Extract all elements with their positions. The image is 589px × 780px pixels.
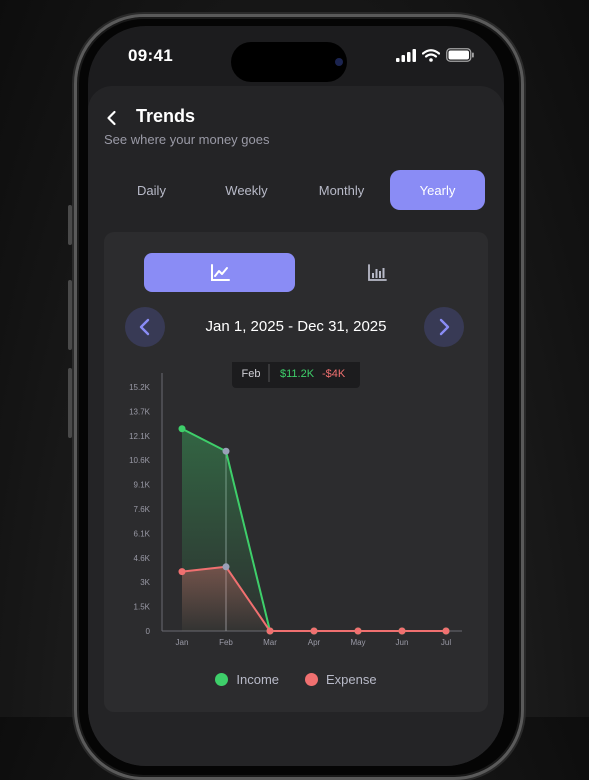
expense-data-point: [222, 563, 230, 571]
volume-up-button: [68, 280, 72, 350]
dynamic-island: [231, 42, 347, 82]
x-tick-label: Jul: [441, 638, 451, 647]
legend-item-expense: Expense: [305, 672, 377, 687]
y-tick-label: 7.6K: [134, 505, 151, 514]
wifi-icon: [422, 48, 440, 62]
y-tick-label: 6.1K: [134, 529, 151, 538]
income-data-point: [178, 425, 186, 433]
y-tick-label: 10.6K: [129, 456, 151, 465]
legend-label-expense: Expense: [326, 672, 377, 687]
income-data-point: [222, 447, 230, 455]
bar-chart-icon: [368, 263, 387, 281]
period-tabs: Daily Weekly Monthly Yearly: [104, 170, 488, 210]
y-tick-label: 9.1K: [134, 481, 151, 490]
trends-line-chart[interactable]: 0 1.5K 3K 4.6K 6.1K 7.6K 9.1K 10.6K 12.1K 13.7K 15…: [104, 362, 488, 662]
y-tick-label: 13.7K: [129, 407, 151, 416]
x-tick-label: Jun: [396, 638, 409, 647]
tab-yearly[interactable]: Yearly: [390, 170, 485, 210]
volume-down-button: [68, 368, 72, 438]
back-icon[interactable]: [104, 110, 120, 126]
battery-icon: [446, 48, 474, 62]
expense-data-point: [266, 627, 274, 635]
expense-data-point: [178, 568, 186, 576]
tab-monthly[interactable]: Monthly: [294, 170, 389, 210]
y-tick-label: 15.2K: [129, 383, 151, 392]
expense-data-point: [398, 627, 406, 635]
chevron-right-icon: [439, 318, 450, 336]
tooltip-expense: -$4K: [322, 368, 346, 380]
legend-label-income: Income: [236, 672, 280, 687]
next-period-button[interactable]: [424, 307, 464, 347]
y-tick-label: 3K: [140, 578, 150, 587]
chart-panel: Jan 1, 2025 - Dec 31, 2025 0 1.5K 3K 4.6…: [104, 232, 488, 712]
trends-card: Trends See where your money goes Daily W…: [88, 86, 504, 766]
tooltip-month: Feb: [242, 368, 261, 380]
x-tick-label: Apr: [308, 638, 321, 647]
x-tick-label: Feb: [219, 638, 233, 647]
previous-period-button[interactable]: [125, 307, 165, 347]
x-tick-label: May: [350, 638, 365, 647]
expense-data-point: [442, 627, 450, 635]
y-tick-label: 12.1K: [129, 432, 151, 441]
action-button: [68, 205, 72, 245]
line-chart-icon: [210, 263, 230, 281]
tab-daily[interactable]: Daily: [104, 170, 199, 210]
signal-icon: [396, 48, 416, 62]
expense-data-point: [354, 627, 362, 635]
y-tick-label: 4.6K: [134, 554, 151, 563]
chart-legend: Income Expense: [104, 672, 488, 687]
camera-icon: [335, 58, 343, 66]
income-dot-icon: [215, 673, 229, 686]
date-range: Jan 1, 2025 - Dec 31, 2025: [205, 318, 387, 335]
chevron-left-icon: [139, 318, 150, 336]
status-time: 09:41: [128, 46, 173, 65]
y-tick-label: 1.5K: [134, 603, 151, 612]
x-tick-label: Mar: [263, 638, 277, 647]
line-chart-toggle[interactable]: [144, 253, 295, 292]
chart-tooltip: Feb $11.2K -$4K: [232, 362, 360, 388]
phone-screen: 09:41 Trends See where your money goes D…: [88, 26, 504, 766]
y-tick-label: 0: [146, 627, 151, 636]
status-bar: 09:41: [88, 26, 504, 86]
page-title: Trends: [136, 106, 196, 126]
legend-item-income: Income: [215, 672, 279, 687]
page-subtitle: See where your money goes: [104, 132, 270, 147]
x-tick-label: Jan: [176, 638, 189, 647]
bar-chart-toggle[interactable]: [322, 253, 432, 292]
status-icons: [396, 48, 474, 62]
expense-dot-icon: [305, 673, 319, 686]
tooltip-income: $11.2K: [280, 368, 315, 380]
tab-weekly[interactable]: Weekly: [199, 170, 294, 210]
expense-data-point: [310, 627, 318, 635]
